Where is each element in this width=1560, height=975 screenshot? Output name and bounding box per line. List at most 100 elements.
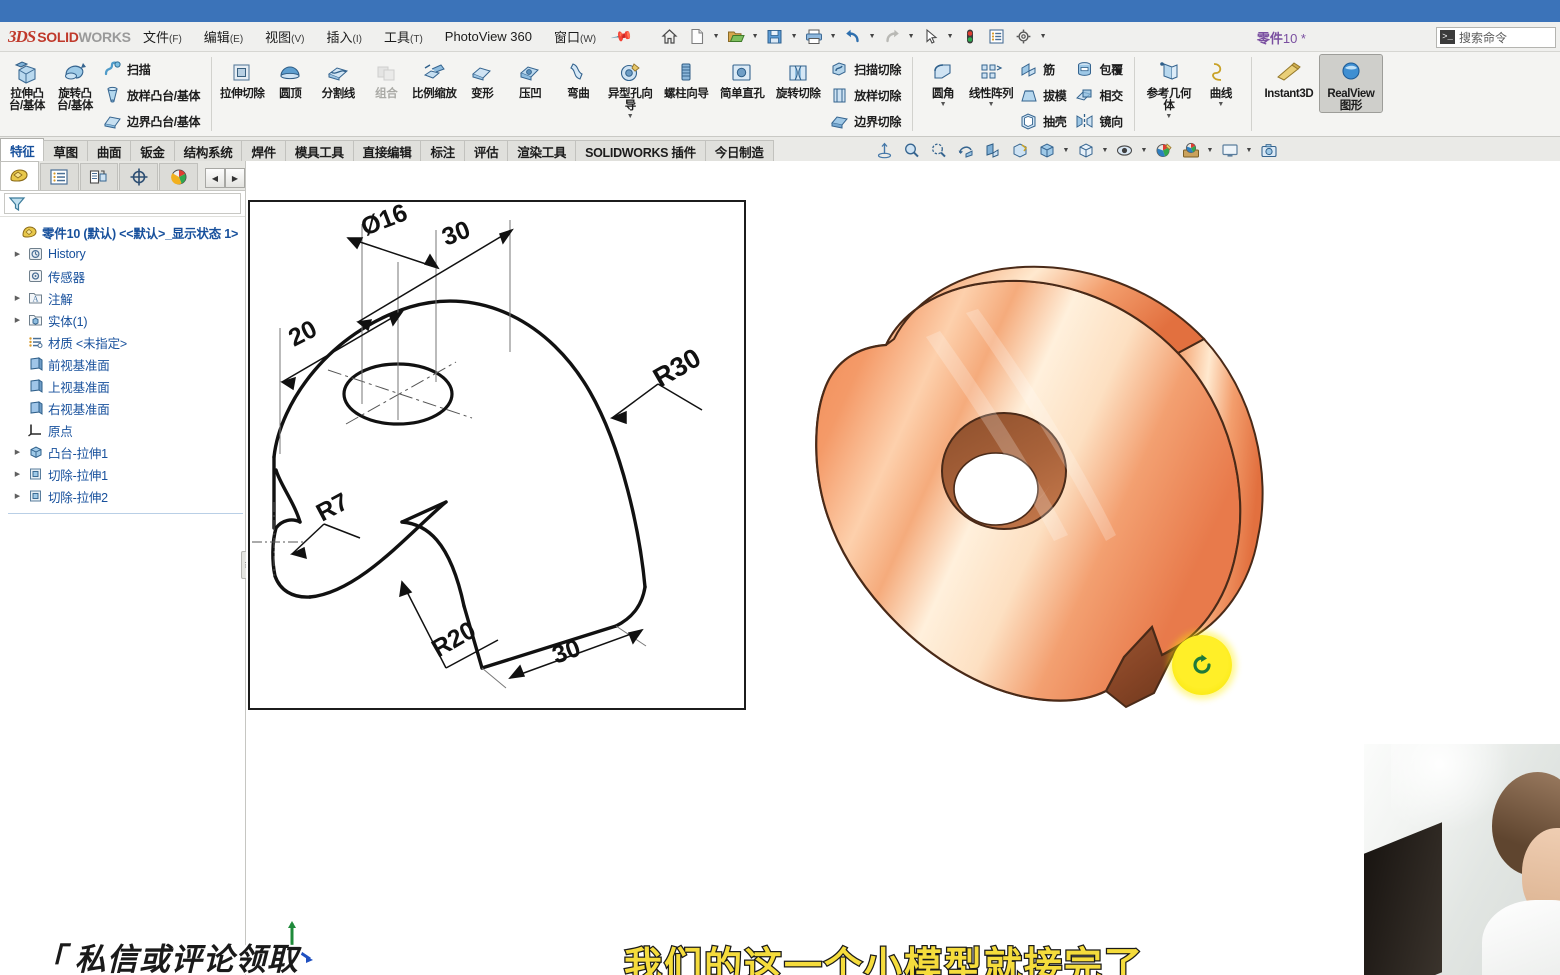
- hide-show-dropdown[interactable]: ▼: [1139, 139, 1149, 161]
- zoom-in-out-button[interactable]: [926, 139, 951, 161]
- apply-scene-button[interactable]: [1151, 139, 1176, 161]
- tree-item-part-root[interactable]: 零件10 (默认) <<默认>_显示状态 1>: [4, 221, 245, 243]
- tree-item-right-plane[interactable]: 右视基准面: [4, 397, 245, 419]
- dome-button[interactable]: 圆顶: [266, 55, 314, 100]
- menu-photoview360[interactable]: PhotoView 360: [434, 25, 543, 48]
- realview-graphics-button[interactable]: RealView 图形: [1318, 54, 1383, 113]
- tree-item-top-plane[interactable]: 上视基准面: [4, 375, 245, 397]
- fillet-dropdown[interactable]: ▼: [940, 101, 947, 108]
- new-document-button[interactable]: [684, 25, 710, 49]
- display-manager-tab[interactable]: [159, 163, 198, 190]
- section-view-button[interactable]: [980, 139, 1005, 161]
- sweep-button[interactable]: 扫描: [99, 57, 205, 82]
- menu-file[interactable]: 文件(F): [132, 23, 193, 50]
- open-dropdown[interactable]: ▼: [750, 25, 761, 49]
- options-list-button[interactable]: [984, 25, 1010, 49]
- rebuild-button[interactable]: [957, 25, 983, 49]
- redo-dropdown[interactable]: ▼: [906, 25, 917, 49]
- tree-twisty[interactable]: ▶: [12, 250, 23, 258]
- hide-show-items-button[interactable]: [1112, 139, 1137, 161]
- lofted-cut-button[interactable]: 放样切除: [826, 83, 906, 108]
- view-orientation-button[interactable]: [1007, 139, 1032, 161]
- dimxpert-manager-tab[interactable]: [119, 163, 159, 190]
- extrude-boss-button[interactable]: 拉伸凸台/基体: [3, 55, 51, 112]
- scale-button[interactable]: 比例缩放: [410, 55, 458, 100]
- screen-capture-button[interactable]: [1256, 139, 1281, 161]
- configuration-manager-tab[interactable]: [79, 163, 119, 190]
- undo-button[interactable]: [840, 25, 866, 49]
- tree-item-front-plane[interactable]: 前视基准面: [4, 353, 245, 375]
- menu-view[interactable]: 视图(V): [254, 23, 315, 50]
- save-dropdown[interactable]: ▼: [789, 25, 800, 49]
- tab-mbd[interactable]: 今日制造: [704, 140, 774, 161]
- graphics-area[interactable]: Ø16 30 20 R30 R7 R20 30: [246, 161, 1560, 975]
- split-line-button[interactable]: 分割线: [314, 55, 362, 100]
- shell-button[interactable]: 抽壳: [1015, 109, 1071, 134]
- menu-insert[interactable]: 插入(I): [316, 23, 373, 50]
- home-button[interactable]: [657, 25, 683, 49]
- linear-pattern-button[interactable]: 线性阵列 ▼: [967, 55, 1015, 108]
- print-button[interactable]: [801, 25, 827, 49]
- tree-item-cut-extrude2[interactable]: ▶ 切除-拉伸2: [4, 485, 245, 507]
- view-cube-button[interactable]: [1073, 139, 1098, 161]
- panel-nav-next[interactable]: ▶: [224, 168, 245, 188]
- tab-features[interactable]: 特征: [0, 138, 45, 161]
- select-button[interactable]: [918, 25, 944, 49]
- tree-item-origin[interactable]: 原点: [4, 419, 245, 441]
- intersect-button[interactable]: 相交: [1071, 83, 1127, 108]
- mirror-button[interactable]: 镜向: [1071, 109, 1127, 134]
- tab-render-tools[interactable]: 渲染工具: [507, 140, 577, 161]
- instant3d-button[interactable]: Instant3D: [1258, 55, 1320, 100]
- swept-cut-button[interactable]: 扫描切除: [826, 57, 906, 82]
- print-dropdown[interactable]: ▼: [828, 25, 839, 49]
- select-dropdown[interactable]: ▼: [945, 25, 956, 49]
- boundary-boss-button[interactable]: 边界凸台/基体: [99, 109, 205, 134]
- menu-window[interactable]: 窗口(W): [543, 23, 607, 50]
- hole-wizard-button[interactable]: 异型孔向导 ▼: [602, 55, 658, 120]
- tab-direct-editing[interactable]: 直接编辑: [352, 140, 422, 161]
- curves-dropdown[interactable]: ▼: [1217, 101, 1224, 108]
- wrap-button[interactable]: 包覆: [1071, 57, 1127, 82]
- panel-nav-prev[interactable]: ◀: [204, 168, 225, 188]
- settings-dropdown[interactable]: ▼: [1038, 25, 1049, 49]
- tree-item-history[interactable]: ▶ History: [4, 243, 245, 265]
- tree-item-solid-bodies[interactable]: ▶ 实体(1): [4, 309, 245, 331]
- view-cube-dropdown[interactable]: ▼: [1100, 139, 1110, 161]
- feature-manager-tab[interactable]: [0, 161, 39, 190]
- settings-button[interactable]: [1011, 25, 1037, 49]
- zoom-to-fit-button[interactable]: [872, 139, 897, 161]
- linear-pattern-dropdown[interactable]: ▼: [988, 101, 995, 108]
- new-document-dropdown[interactable]: ▼: [711, 25, 722, 49]
- indent-button[interactable]: 压凹: [506, 55, 554, 100]
- loft-boss-button[interactable]: 放样凸台/基体: [99, 83, 205, 108]
- stud-wizard-button[interactable]: 螺柱向导: [658, 55, 714, 100]
- tab-mold-tools[interactable]: 模具工具: [284, 140, 354, 161]
- fillet-button[interactable]: 圆角 ▼: [919, 55, 967, 108]
- tree-filter-input[interactable]: [4, 193, 241, 214]
- reference-geometry-button[interactable]: 参考几何体 ▼: [1141, 55, 1197, 120]
- open-button[interactable]: [723, 25, 749, 49]
- view-settings-button[interactable]: [1178, 139, 1203, 161]
- tree-twisty[interactable]: ▶: [12, 316, 23, 324]
- curves-button[interactable]: 曲线 ▼: [1197, 55, 1245, 108]
- tab-sketch[interactable]: 草图: [43, 140, 88, 161]
- tree-twisty[interactable]: ▶: [12, 294, 23, 302]
- boundary-cut-button[interactable]: 边界切除: [826, 109, 906, 134]
- deform-button[interactable]: 变形: [458, 55, 506, 100]
- combine-button[interactable]: 组合: [362, 55, 410, 100]
- zoom-area-button[interactable]: [899, 139, 924, 161]
- tab-surfaces[interactable]: 曲面: [86, 140, 132, 161]
- flex-button[interactable]: 弯曲: [554, 55, 602, 100]
- display-manager-button[interactable]: [1217, 139, 1242, 161]
- tree-item-material[interactable]: 材质 <未指定>: [4, 331, 245, 353]
- tree-item-cut-extrude1[interactable]: ▶ 切除-拉伸1: [4, 463, 245, 485]
- draft-button[interactable]: 拔模: [1015, 83, 1071, 108]
- search-input[interactable]: >_ 搜索命令: [1436, 26, 1556, 48]
- display-style-dropdown[interactable]: ▼: [1061, 139, 1071, 161]
- revolve-boss-button[interactable]: 旋转凸台/基体: [51, 55, 99, 112]
- tab-annotation[interactable]: 标注: [420, 140, 465, 161]
- tab-solidworks-addins[interactable]: SOLIDWORKS 插件: [575, 140, 706, 161]
- menu-edit[interactable]: 编辑(E): [193, 23, 254, 50]
- menu-tools[interactable]: 工具(T): [373, 23, 434, 50]
- hole-wizard-dropdown[interactable]: ▼: [627, 113, 634, 120]
